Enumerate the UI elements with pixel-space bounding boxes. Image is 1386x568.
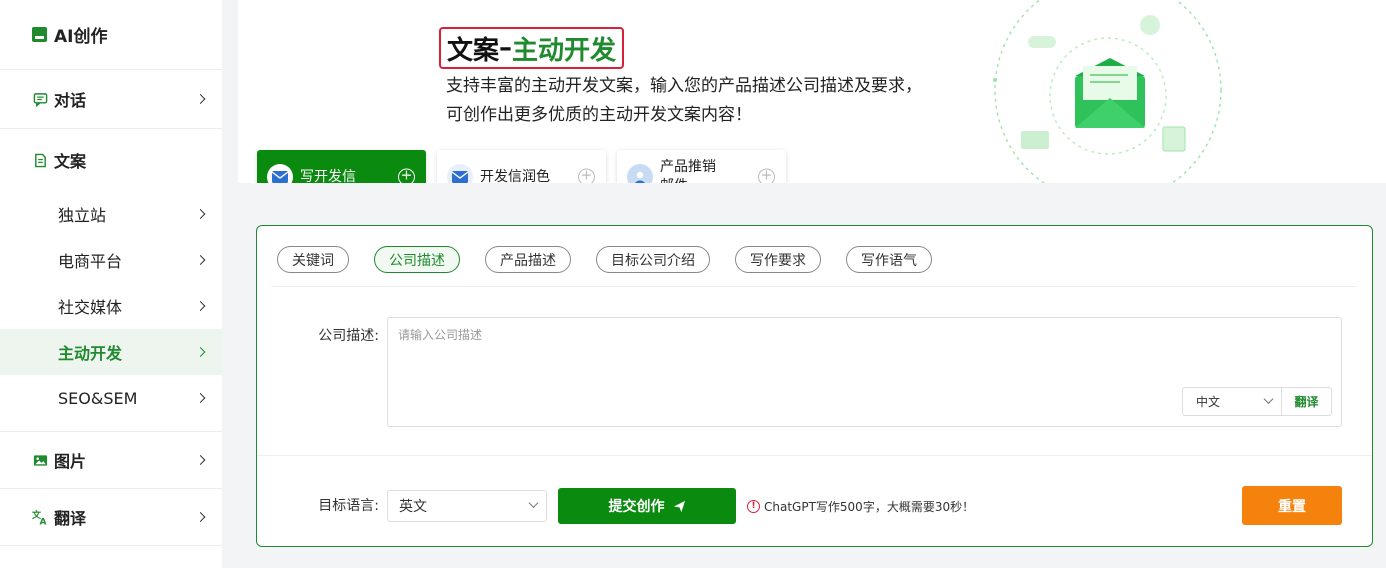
tab-polish-outreach-email[interactable]: 开发信润色 + xyxy=(437,150,606,183)
chip-writing-requirements[interactable]: 写作要求 xyxy=(735,246,821,273)
nav-item-label: 对话 xyxy=(54,91,87,110)
page-title: 文案 – 主动开发 xyxy=(439,27,625,69)
nav-item-label: 文案 xyxy=(54,152,87,171)
nav-group-copywriting: 文案 独立站 电商平台 社交媒体 主动开发 SEO&SEM xyxy=(0,129,222,432)
divider xyxy=(271,286,1356,287)
add-icon[interactable]: + xyxy=(758,168,775,183)
field-chips: 关键词 公司描述 产品描述 目标公司介绍 写作要求 写作语气 xyxy=(277,246,932,273)
reset-button[interactable]: 重置 xyxy=(1242,486,1342,525)
sidebar-item-label: 独立站 xyxy=(58,206,107,225)
source-language-select[interactable]: 中文 xyxy=(1182,387,1282,416)
nav-group-translate: 文A 翻译 xyxy=(0,489,222,546)
chip-company-description[interactable]: 公司描述 xyxy=(374,246,460,273)
sidebar-item-label: 电商平台 xyxy=(58,252,123,271)
input-placeholder: 请输入公司描述 xyxy=(398,328,483,342)
ai-logo-icon xyxy=(32,27,47,42)
translate-icon: 文A xyxy=(32,509,48,525)
chevron-down-icon xyxy=(1263,393,1274,404)
target-language-label: 目标语言: xyxy=(318,498,379,514)
chevron-right-icon xyxy=(195,255,206,265)
banner: 文案 – 主动开发 支持丰富的主动开发文案，输入您的产品描述公司描述及要求， 可创作… xyxy=(238,0,1386,183)
nav-item-chat[interactable]: 对话 xyxy=(0,70,222,128)
chevron-right-icon xyxy=(195,455,206,465)
chip-writing-tone[interactable]: 写作语气 xyxy=(846,246,932,273)
tool-tabs: 写开发信 + 开发信润色 + 产品推销 邮件 + xyxy=(257,150,786,183)
document-icon xyxy=(32,152,48,168)
tab-label: 写开发信 xyxy=(300,168,356,184)
tab-label-line: 产品推销 xyxy=(660,159,716,175)
description-line: 可创作出更多优质的主动开发文案内容！ xyxy=(446,105,752,125)
chevron-right-icon xyxy=(195,301,206,311)
sidebar-item-label: SEO&SEM xyxy=(58,388,138,408)
person-icon xyxy=(627,164,653,183)
nav-group-chat: 对话 xyxy=(0,70,222,129)
submit-label: 提交创作 xyxy=(608,499,665,515)
notice-text: ChatGPT写作500字，大概需要30秒！ xyxy=(764,500,975,514)
chevron-right-icon xyxy=(195,209,206,219)
envelope-icon xyxy=(267,164,293,183)
warning-icon: ! xyxy=(747,500,760,513)
select-value: 英文 xyxy=(399,499,427,515)
submit-button[interactable]: 提交创作 xyxy=(558,488,736,524)
chip-product-description[interactable]: 产品描述 xyxy=(485,246,571,273)
sidebar-item-outreach[interactable]: 主动开发 xyxy=(0,329,222,375)
nav-item-image[interactable]: 图片 xyxy=(0,432,222,488)
company-description-label: 公司描述: xyxy=(318,328,379,344)
title-prefix: 文案 xyxy=(447,35,500,66)
tab-label-line: 邮件 xyxy=(660,178,688,183)
sidebar-item-label: 主动开发 xyxy=(58,344,123,363)
target-language-select[interactable]: 英文 xyxy=(387,490,547,522)
main-content: 文案 – 主动开发 支持丰富的主动开发文案，输入您的产品描述公司描述及要求， 可创作… xyxy=(238,0,1386,568)
app-logo[interactable]: AI创作 xyxy=(0,0,222,70)
chat-icon xyxy=(32,91,48,107)
chip-target-company[interactable]: 目标公司介绍 xyxy=(596,246,710,273)
chip-keywords[interactable]: 关键词 xyxy=(277,246,349,273)
image-icon xyxy=(32,452,48,468)
nav-item-label: 图片 xyxy=(54,452,87,471)
chevron-right-icon xyxy=(195,512,206,522)
send-icon xyxy=(673,500,685,512)
description-line: 支持丰富的主动开发文案，输入您的产品描述公司描述及要求， xyxy=(446,76,922,96)
form-panel: 关键词 公司描述 产品描述 目标公司介绍 写作要求 写作语气 公司描述: 请输入… xyxy=(256,225,1373,547)
email-illustration xyxy=(993,0,1222,183)
add-icon[interactable]: + xyxy=(398,168,415,183)
sidebar-item-independent-site[interactable]: 独立站 xyxy=(0,191,222,237)
sidebar: AI创作 对话 文案 独立站 电商平台 社交媒体 主动开发 SEO&SEM 图片… xyxy=(0,0,222,568)
add-icon[interactable]: + xyxy=(578,168,595,183)
chevron-right-icon xyxy=(195,393,206,403)
translate-button[interactable]: 翻译 xyxy=(1282,387,1332,416)
nav-item-copywriting[interactable]: 文案 xyxy=(0,129,222,191)
sidebar-item-label: 社交媒体 xyxy=(58,298,123,317)
sidebar-item-social-media[interactable]: 社交媒体 xyxy=(0,283,222,329)
chevron-down-icon xyxy=(528,498,539,508)
tab-write-outreach-email[interactable]: 写开发信 + xyxy=(257,150,426,183)
nav-group-image: 图片 xyxy=(0,432,222,489)
tab-product-promo-email[interactable]: 产品推销 邮件 + xyxy=(617,150,786,183)
page-description: 支持丰富的主动开发文案，输入您的产品描述公司描述及要求， 可创作出更多优质的主动… xyxy=(446,72,922,130)
time-notice: ! ChatGPT写作500字，大概需要30秒！ xyxy=(747,498,974,515)
sidebar-item-seo-sem[interactable]: SEO&SEM xyxy=(0,375,222,421)
nav-item-translate[interactable]: 文A 翻译 xyxy=(0,489,222,545)
sidebar-item-ecommerce[interactable]: 电商平台 xyxy=(0,237,222,283)
title-dash: – xyxy=(499,33,513,63)
tab-label: 产品推销 邮件 xyxy=(660,158,716,183)
chevron-right-icon xyxy=(195,347,206,357)
envelope-icon xyxy=(447,164,473,183)
app-title: AI创作 xyxy=(54,27,108,47)
select-value: 中文 xyxy=(1196,395,1221,409)
chevron-right-icon xyxy=(195,94,206,104)
svg-text:A: A xyxy=(40,518,47,526)
tab-label: 开发信润色 xyxy=(480,168,550,184)
nav-item-label: 翻译 xyxy=(54,509,87,528)
title-highlight: 主动开发 xyxy=(512,35,617,66)
divider xyxy=(257,455,1372,456)
